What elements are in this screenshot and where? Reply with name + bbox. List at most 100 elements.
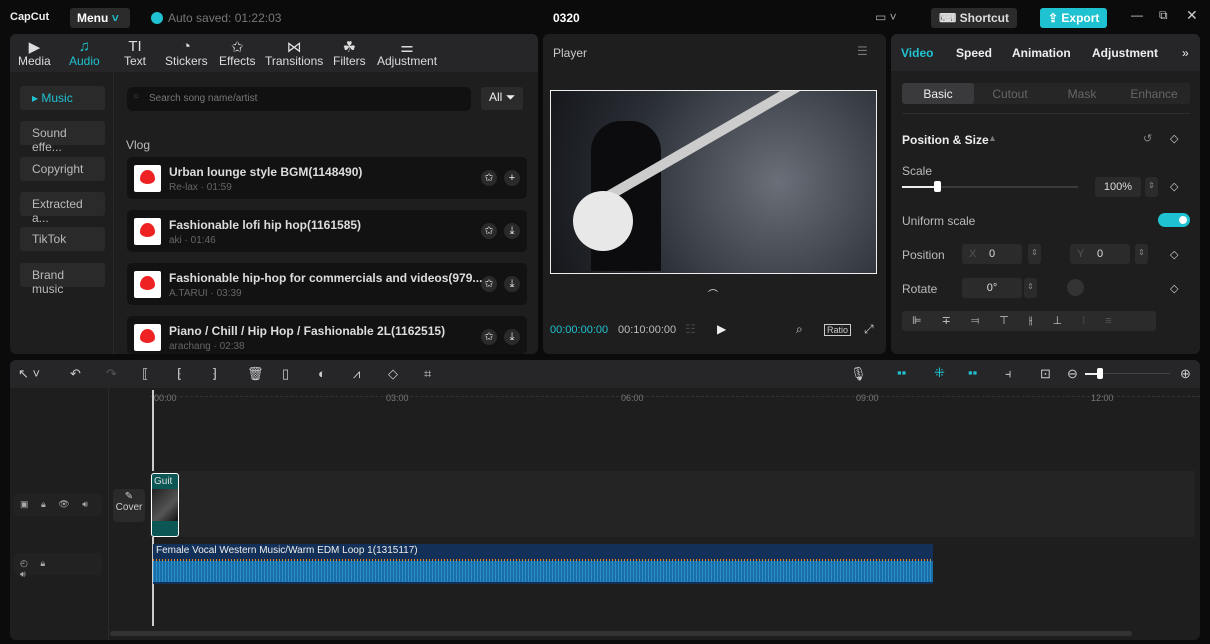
fullscreen-icon[interactable]: ⤢	[864, 322, 874, 337]
microphone-icon[interactable]: 🎙︎	[850, 366, 867, 382]
scale-slider[interactable]	[902, 186, 1078, 188]
collapse-icon[interactable]: ▲	[988, 133, 997, 143]
mirror-icon[interactable]: ⩘	[353, 366, 360, 382]
video-track-controls[interactable]: ▣ 🔒︎ 👁︎ 🔊︎	[14, 494, 102, 516]
crop-icon[interactable]: ⌗	[424, 366, 431, 382]
position-x-input[interactable]: X0	[962, 244, 1022, 264]
zoom-preview-icon[interactable]: ⌕	[796, 322, 803, 337]
favorite-icon[interactable]: ✩	[481, 329, 497, 345]
position-y-input[interactable]: Y0	[1070, 244, 1130, 264]
redo-icon[interactable]: ↷	[106, 366, 117, 382]
keyframe-icon[interactable]: ◇	[1170, 180, 1178, 193]
split-right-icon[interactable]: ⁆	[212, 366, 217, 382]
preview-axis-icon[interactable]: ⫞	[1005, 366, 1012, 382]
sidebar-item-copyright[interactable]: Copyright	[20, 157, 105, 181]
zoom-thumb[interactable]	[1097, 368, 1103, 379]
reset-icon[interactable]: ↺	[1143, 132, 1152, 145]
tab-media[interactable]: ▶Media	[18, 38, 51, 68]
zoom-in-icon[interactable]: ⊕	[1180, 366, 1191, 382]
tab-effects[interactable]: ✩Effects	[219, 38, 255, 68]
zoom-out-icon[interactable]: ⊖	[1067, 366, 1078, 382]
filter-button[interactable]: All ⏷	[481, 87, 523, 110]
auto-snap-icon[interactable]: ⁜	[934, 365, 945, 381]
scale-input[interactable]: 100%	[1095, 177, 1141, 197]
tab-transitions[interactable]: ⋈Transitions	[265, 38, 323, 68]
scroll-handle[interactable]: ⌒	[708, 286, 718, 301]
video-preview[interactable]	[550, 90, 877, 274]
minimize-button[interactable]: —	[1131, 8, 1143, 22]
split-icon[interactable]: ⟦	[142, 366, 148, 382]
position-x-stepper[interactable]: ⇕	[1028, 244, 1041, 264]
rotate-input[interactable]: 0°	[962, 278, 1022, 298]
freeze-icon[interactable]: ▯	[282, 366, 289, 382]
select-tool-icon[interactable]: ↖ ˅	[18, 366, 40, 382]
list-item[interactable]: Fashionable hip-hop for commercials and …	[127, 263, 527, 305]
waveform-icon[interactable]: ☷	[685, 322, 696, 336]
subtab-basic[interactable]: Basic	[902, 83, 974, 104]
main-track-magnet-icon[interactable]: ▪▪	[897, 365, 906, 380]
search-input[interactable]: ○Search song name/artist	[127, 87, 471, 111]
audio-clip[interactable]: Female Vocal Western Music/Warm EDM Loop…	[153, 544, 933, 584]
favorite-icon[interactable]: ✩	[481, 223, 497, 239]
ratio-button[interactable]: Ratio	[824, 324, 851, 336]
undo-icon[interactable]: ↶	[70, 366, 81, 382]
tab-stickers[interactable]: ◔Stickers	[165, 38, 208, 68]
favorite-icon[interactable]: ✩	[481, 170, 497, 186]
rotate-dial[interactable]	[1067, 279, 1084, 296]
uniform-scale-toggle[interactable]	[1158, 213, 1190, 227]
list-item[interactable]: Urban lounge style BGM(1148490)Re-lax · …	[127, 157, 527, 199]
layout-icon[interactable]: ▭ ˅	[875, 10, 897, 24]
thumbnail-icon[interactable]: ⊡	[1040, 366, 1051, 382]
player-menu-icon[interactable]: ☰	[857, 44, 868, 58]
tab-audio[interactable]: ♫Audio	[69, 38, 100, 68]
linkage-icon[interactable]: ▪▪	[968, 365, 977, 380]
delete-icon[interactable]: 🗑︎	[247, 366, 264, 382]
tab-adjustment-inspector[interactable]: Adjustment	[1092, 46, 1158, 60]
add-icon[interactable]: +	[504, 170, 520, 186]
video-clip[interactable]: Guit	[151, 473, 179, 537]
reverse-icon[interactable]: ◐	[318, 366, 326, 381]
tab-text[interactable]: TIText	[124, 38, 146, 68]
close-button[interactable]: ✕	[1186, 7, 1198, 24]
tab-adjustment[interactable]: ⚌Adjustment	[377, 38, 437, 68]
tab-animation[interactable]: Animation	[1012, 46, 1071, 60]
tab-speed[interactable]: Speed	[956, 46, 992, 60]
align-toolbar[interactable]: ⊫ ∓ ⫤ ⊤ ⫲ ⊥ ⁞ ≡	[902, 311, 1156, 331]
play-button[interactable]: ▶	[717, 322, 726, 336]
sidebar-item-sound-effects[interactable]: Sound effe...	[20, 121, 105, 145]
rotate-stepper[interactable]: ⇕	[1024, 278, 1037, 298]
cover-button[interactable]: ✎Cover	[113, 489, 145, 522]
tab-filters[interactable]: ☘Filters	[333, 38, 366, 68]
split-left-icon[interactable]: ⁅	[177, 366, 182, 382]
keyframe-icon[interactable]: ◇	[1170, 132, 1178, 145]
rotate-icon[interactable]: ◇	[388, 366, 398, 382]
sidebar-item-tiktok[interactable]: TikTok	[20, 227, 105, 251]
guitar-body	[573, 191, 633, 251]
horizontal-scrollbar[interactable]	[110, 631, 1132, 636]
tab-video[interactable]: Video	[901, 46, 933, 60]
sidebar-item-extracted-audio[interactable]: Extracted a...	[20, 192, 105, 216]
more-tabs-icon[interactable]: »	[1182, 46, 1189, 60]
scale-stepper[interactable]: ⇕	[1145, 177, 1158, 197]
scale-slider-thumb[interactable]	[934, 181, 941, 192]
list-item[interactable]: Piano / Chill / Hip Hop / Fashionable 2L…	[127, 316, 527, 354]
menu-button[interactable]: Menu ˅	[70, 8, 130, 28]
list-item[interactable]: Fashionable lofi hip hop(1161585)aki · 0…	[127, 210, 527, 252]
subtab-cutout[interactable]: Cutout	[974, 83, 1046, 104]
position-y-stepper[interactable]: ⇕	[1135, 244, 1148, 264]
subtab-enhance[interactable]: Enhance	[1118, 83, 1190, 104]
download-icon[interactable]: ⤓	[504, 276, 520, 292]
export-button[interactable]: ⇪ Export	[1040, 8, 1107, 28]
subtab-mask[interactable]: Mask	[1046, 83, 1118, 104]
shortcut-button[interactable]: ⌨ Shortcut	[931, 8, 1017, 28]
keyframe-icon[interactable]: ◇	[1170, 282, 1178, 295]
maximize-button[interactable]: ⧉	[1159, 8, 1168, 23]
download-icon[interactable]: ⤓	[504, 223, 520, 239]
timeline-zoom-slider[interactable]	[1085, 373, 1170, 374]
sidebar-item-music[interactable]: ▸ Music	[20, 86, 105, 110]
download-icon[interactable]: ⤓	[504, 329, 520, 345]
favorite-icon[interactable]: ✩	[481, 276, 497, 292]
keyframe-icon[interactable]: ◇	[1170, 248, 1178, 261]
sidebar-item-brand-music[interactable]: Brand music	[20, 263, 105, 287]
audio-track-controls[interactable]: ◴ 🔒︎ 🔊︎	[14, 553, 102, 575]
